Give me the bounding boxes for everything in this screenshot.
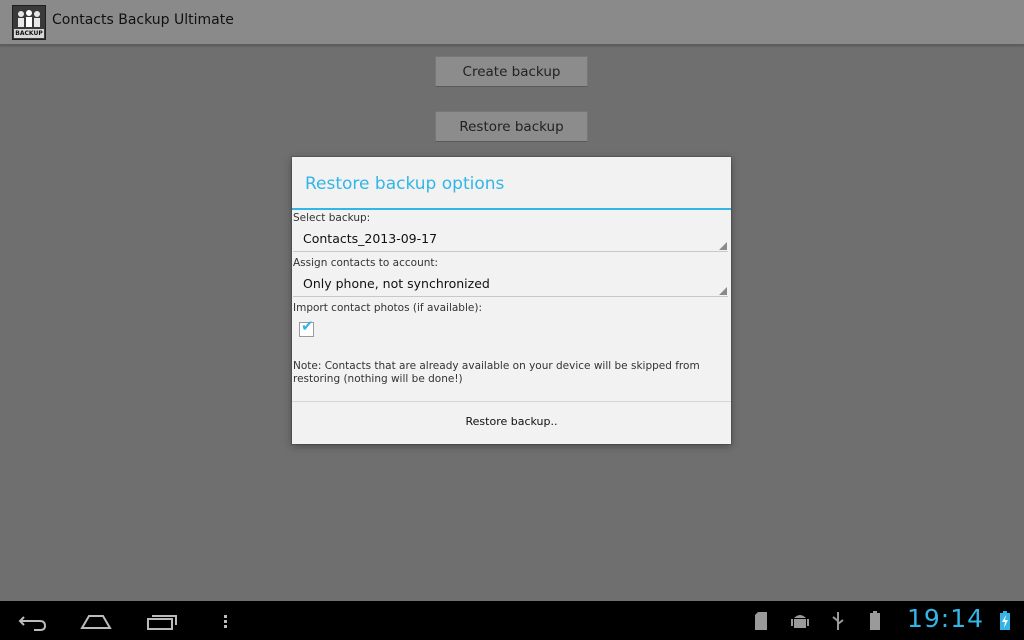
- restore-backup-confirm-button[interactable]: Restore backup..: [292, 402, 731, 444]
- import-photos-checkbox[interactable]: ✔: [299, 317, 314, 337]
- select-backup-spinner[interactable]: Contacts_2013-09-17: [293, 229, 728, 252]
- assign-account-spinner[interactable]: Only phone, not synchronized: [293, 274, 728, 297]
- back-icon[interactable]: [16, 601, 50, 640]
- usb-icon: [832, 612, 844, 630]
- clock: 19:14: [907, 604, 985, 633]
- assign-account-value: Only phone, not synchronized: [303, 276, 490, 291]
- checkmark-icon: ✔: [301, 317, 314, 335]
- title-divider: [292, 208, 731, 210]
- recent-apps-icon[interactable]: [145, 601, 179, 640]
- import-photos-label: Import contact photos (if available):: [293, 302, 482, 314]
- menu-icon[interactable]: [218, 601, 232, 640]
- select-backup-label: Select backup:: [293, 212, 371, 224]
- sd-card-icon: [755, 612, 767, 630]
- restore-options-dialog: Restore backup options Select backup: Co…: [292, 157, 731, 444]
- restore-note: Note: Contacts that are already availabl…: [293, 360, 700, 385]
- home-icon[interactable]: [79, 601, 113, 640]
- restore-backup-button[interactable]: Restore backup: [435, 111, 588, 142]
- contacts-people-icon: [18, 10, 40, 27]
- app-logo-icon: BACKUP: [12, 5, 46, 40]
- assign-account-label: Assign contacts to account:: [293, 257, 439, 269]
- app-title: Contacts Backup Ultimate: [52, 12, 234, 28]
- app-logo-tag: BACKUP: [14, 29, 44, 38]
- select-backup-value: Contacts_2013-09-17: [303, 231, 438, 246]
- action-bar: BACKUP Contacts Backup Ultimate: [0, 0, 1024, 45]
- dialog-title: Restore backup options: [305, 174, 505, 194]
- battery-charging-icon: [1000, 611, 1010, 630]
- create-backup-button[interactable]: Create backup: [435, 56, 588, 87]
- spinner-arrow-icon: [719, 287, 727, 295]
- spinner-arrow-icon: [719, 242, 727, 250]
- battery-icon: [870, 611, 880, 630]
- android-debug-icon: [791, 615, 809, 628]
